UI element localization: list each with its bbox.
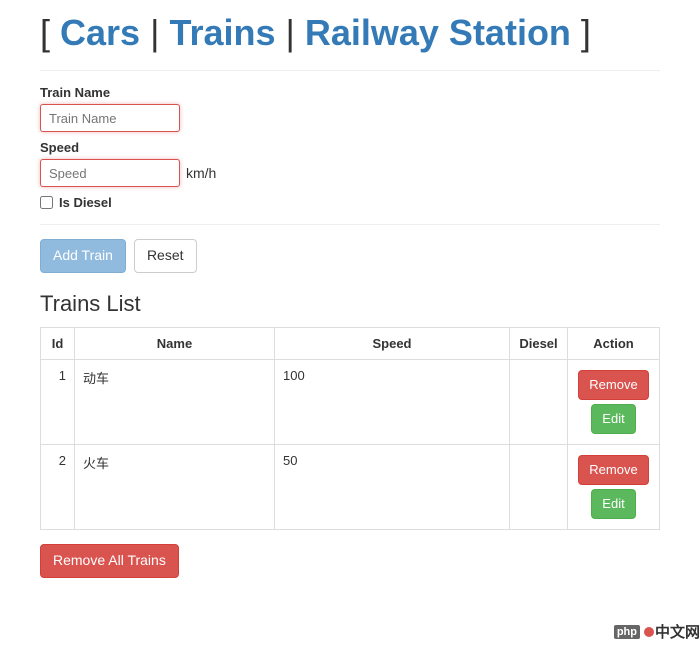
- watermark-dot-icon: [644, 627, 654, 637]
- bracket-open: [: [40, 12, 60, 53]
- cell-action: Remove Edit: [568, 359, 660, 444]
- is-diesel-label[interactable]: Is Diesel: [40, 195, 660, 210]
- nav-link-trains[interactable]: Trains: [169, 12, 275, 53]
- remove-all-trains-button[interactable]: Remove All Trains: [40, 544, 179, 578]
- cell-diesel: [510, 359, 568, 444]
- remove-button[interactable]: Remove: [578, 455, 648, 485]
- speed-label: Speed: [40, 140, 660, 155]
- table-row: 2火车50 Remove Edit: [41, 444, 660, 529]
- trains-list-title: Trains List: [40, 291, 660, 317]
- nav-link-railway-station[interactable]: Railway Station: [305, 12, 571, 53]
- train-name-label: Train Name: [40, 85, 660, 100]
- th-id: Id: [41, 327, 75, 359]
- cell-action: Remove Edit: [568, 444, 660, 529]
- cell-speed: 100: [275, 359, 510, 444]
- cell-diesel: [510, 444, 568, 529]
- reset-button[interactable]: Reset: [134, 239, 197, 273]
- watermark-text: 中文网: [655, 621, 700, 642]
- watermark: php 中文网: [614, 621, 700, 642]
- cell-id: 2: [41, 444, 75, 529]
- form-group-diesel: Is Diesel: [40, 195, 660, 210]
- nav-pipe: |: [140, 12, 169, 53]
- nav-pipe: |: [276, 12, 305, 53]
- form-group-train-name: Train Name: [40, 85, 660, 132]
- speed-unit-label: km/h: [186, 165, 216, 181]
- nav-link-cars[interactable]: Cars: [60, 12, 140, 53]
- page-title: [ Cars | Trains | Railway Station ]: [40, 12, 660, 54]
- th-speed: Speed: [275, 327, 510, 359]
- watermark-logo: php: [614, 625, 640, 639]
- divider: [40, 224, 660, 225]
- cell-name: 动车: [75, 359, 275, 444]
- train-name-input[interactable]: [40, 104, 180, 132]
- edit-button[interactable]: Edit: [591, 489, 635, 519]
- table-row: 1动车100 Remove Edit: [41, 359, 660, 444]
- trains-table: Id Name Speed Diesel Action 1动车100 Remove…: [40, 327, 660, 531]
- th-diesel: Diesel: [510, 327, 568, 359]
- divider: [40, 70, 660, 71]
- th-name: Name: [75, 327, 275, 359]
- is-diesel-checkbox[interactable]: [40, 196, 53, 209]
- cell-name: 火车: [75, 444, 275, 529]
- cell-id: 1: [41, 359, 75, 444]
- remove-button[interactable]: Remove: [578, 370, 648, 400]
- bracket-close: ]: [571, 12, 591, 53]
- th-action: Action: [568, 327, 660, 359]
- is-diesel-text: Is Diesel: [59, 195, 112, 210]
- edit-button[interactable]: Edit: [591, 404, 635, 434]
- form-button-row: Add Train Reset: [40, 239, 660, 273]
- speed-input[interactable]: [40, 159, 180, 187]
- add-train-button[interactable]: Add Train: [40, 239, 126, 273]
- cell-speed: 50: [275, 444, 510, 529]
- form-group-speed: Speed km/h: [40, 140, 660, 187]
